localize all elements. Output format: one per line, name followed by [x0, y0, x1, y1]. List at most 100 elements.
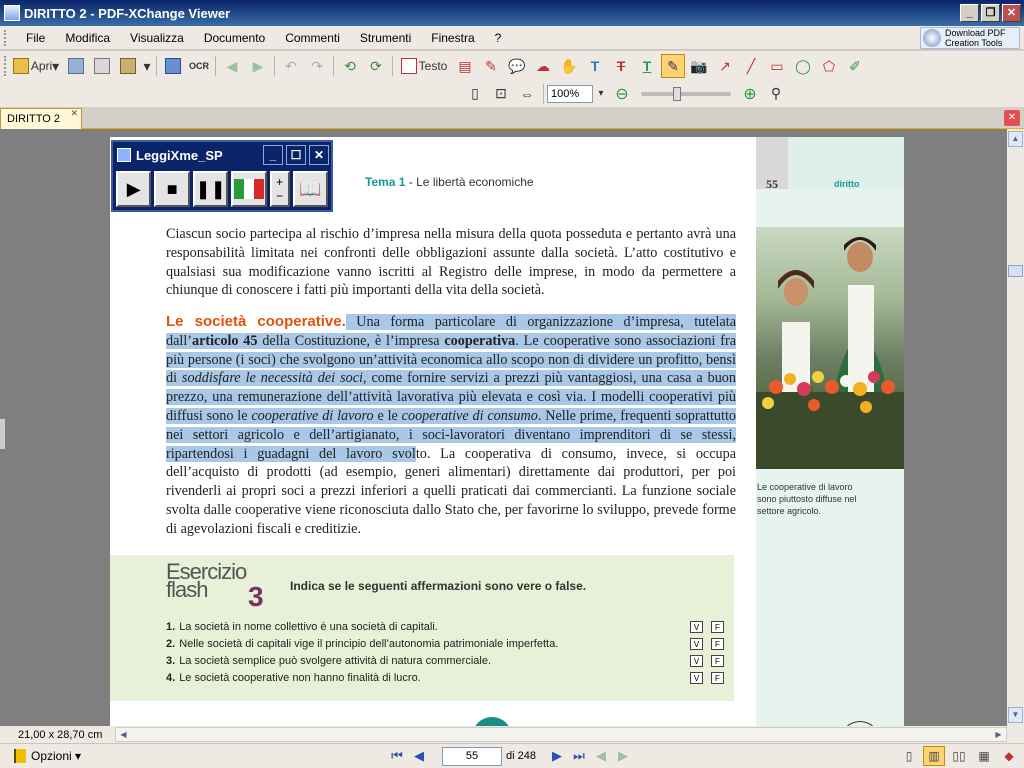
menu-finestra[interactable]: Finestra	[423, 31, 486, 45]
menu-commenti[interactable]: Commenti	[277, 31, 352, 45]
pause-button[interactable]: ❚❚	[192, 171, 229, 207]
undo-button[interactable]: ↶	[279, 54, 303, 78]
download-tools-button[interactable]: Download PDF Creation Tools	[920, 27, 1020, 49]
history-back-icon[interactable]: ◀	[590, 746, 612, 766]
continuous-page-icon[interactable]: ▥	[923, 746, 945, 766]
select-text-icon[interactable]: T	[583, 54, 607, 78]
menu-visualizza[interactable]: Visualizza	[122, 31, 196, 45]
language-button[interactable]	[231, 171, 267, 207]
strikeout-icon[interactable]: T	[609, 54, 633, 78]
exercise-box: Esercizio flash 3 Indica se le seguenti …	[110, 555, 734, 701]
scroll-right-icon[interactable]: ▶	[991, 728, 1006, 741]
facing-pages-icon[interactable]: ▯▯	[948, 746, 970, 766]
horizontal-scrollbar[interactable]: ◀ ▶	[115, 727, 1007, 742]
app-icon	[4, 5, 20, 21]
cooperative-workers-photo	[756, 227, 904, 469]
close-document-icon[interactable]: ✕	[1004, 110, 1020, 126]
scroll-left-icon[interactable]: ◀	[116, 728, 131, 741]
hand-tool-icon[interactable]: ✋	[557, 54, 581, 78]
actual-size-icon[interactable]: ▯	[463, 82, 487, 106]
zoom-in-icon[interactable]: ⊕	[738, 82, 762, 106]
text-box-icon	[400, 58, 417, 74]
leggixme-close-button[interactable]: ✕	[309, 145, 329, 165]
underline-icon[interactable]: T	[635, 54, 659, 78]
minus-icon[interactable]: −	[276, 189, 283, 203]
zoom-slider-thumb[interactable]	[673, 86, 681, 101]
minimize-button[interactable]: _	[960, 4, 979, 22]
first-page-icon[interactable]: ⏮	[386, 746, 408, 766]
decorative-circle	[472, 717, 512, 726]
arrow-icon[interactable]: ↗	[713, 54, 737, 78]
stop-button[interactable]: ■	[154, 171, 190, 207]
open-button[interactable]: Apri ▾	[10, 54, 62, 78]
callout-icon[interactable]: ✎	[479, 54, 503, 78]
tab-document[interactable]: DIRITTO 2 ✕	[0, 108, 82, 129]
comment-icon[interactable]: 💬	[505, 54, 529, 78]
plus-icon[interactable]: +	[276, 175, 283, 189]
menu-file[interactable]: File	[18, 31, 57, 45]
vertical-scrollbar[interactable]: ▲ ▼	[1007, 129, 1024, 726]
view-toolbar: ▯ ⊡ ⇔ 100% ▾ ⊖ ⊕ ⚲	[0, 80, 1024, 107]
export-button[interactable]	[116, 54, 140, 78]
pencil-icon[interactable]: ✐	[843, 54, 867, 78]
note-icon[interactable]: ▤	[453, 54, 477, 78]
pdf-icon[interactable]: ◆	[998, 746, 1020, 766]
leggixme-maximize-button[interactable]: ☐	[286, 145, 306, 165]
previous-page-icon[interactable]: ◀	[408, 746, 430, 766]
menu-help[interactable]: ?	[487, 31, 514, 45]
highlight-icon[interactable]: ✎	[661, 54, 685, 78]
save-button[interactable]	[64, 54, 88, 78]
vertical-scroll-thumb[interactable]	[1008, 265, 1023, 277]
false-box: F	[711, 621, 724, 633]
leggixme-title-bar[interactable]: LeggiXme_SP _ ☐ ✕	[113, 142, 331, 168]
menu-modifica[interactable]: Modifica	[57, 31, 122, 45]
cloud-icon[interactable]: ☁	[531, 54, 555, 78]
forward-button[interactable]: ▶	[246, 54, 270, 78]
download-line1: Download PDF	[945, 28, 1006, 38]
close-button[interactable]: ✕	[1002, 4, 1021, 22]
last-page-icon[interactable]: ⏭	[568, 746, 590, 766]
zoom-dropdown[interactable]: ▾	[594, 82, 608, 106]
page-number-input[interactable]: 55	[442, 746, 502, 766]
redo-button[interactable]: ↷	[305, 54, 329, 78]
text-tool-button[interactable]: Testo	[397, 54, 451, 78]
folder-icon	[12, 58, 29, 74]
dictionary-button[interactable]: 📖	[292, 171, 328, 207]
scroll-up-icon[interactable]: ▲	[1008, 131, 1023, 147]
single-page-icon[interactable]: ▯	[898, 746, 920, 766]
menu-documento[interactable]: Documento	[196, 31, 277, 45]
download-line2: Creation Tools	[945, 38, 1003, 48]
print-button[interactable]	[90, 54, 114, 78]
history-forward-icon[interactable]: ▶	[612, 746, 634, 766]
menu-strumenti[interactable]: Strumenti	[352, 31, 423, 45]
volume-buttons[interactable]: + −	[269, 171, 290, 207]
loupe-icon[interactable]: ⚲	[764, 82, 788, 106]
flag-icon	[14, 749, 26, 763]
fit-page-icon[interactable]: ⊡	[489, 82, 513, 106]
line-icon[interactable]: ╱	[739, 54, 763, 78]
ellipse-icon[interactable]: ◯	[791, 54, 815, 78]
rotate-right-button[interactable]: ⟳	[364, 54, 388, 78]
zoom-slider[interactable]	[641, 86, 731, 101]
rectangle-icon[interactable]: ▭	[765, 54, 789, 78]
back-button[interactable]: ◀	[220, 54, 244, 78]
scroll-down-icon[interactable]: ▼	[1008, 707, 1023, 723]
document-view[interactable]: Tema 1 - Le libertà economiche 55 diritt…	[0, 129, 1007, 726]
play-button[interactable]: ▶	[116, 171, 152, 207]
restore-button[interactable]: ❐	[981, 4, 1000, 22]
fit-width-icon[interactable]: ⇔	[515, 82, 539, 106]
tab-close-icon[interactable]: ✕	[70, 108, 78, 119]
zoom-out-icon[interactable]: ⊖	[610, 82, 634, 106]
sidebar-handle[interactable]	[0, 419, 5, 449]
continuous-facing-icon[interactable]: ▦	[973, 746, 995, 766]
options-button[interactable]: Opzioni ▾	[14, 749, 81, 763]
leggixme-minimize-button[interactable]: _	[263, 145, 283, 165]
polygon-icon[interactable]: ⬠	[817, 54, 841, 78]
ocr-button[interactable]: OCR	[187, 54, 211, 78]
rotate-left-button[interactable]: ⟲	[338, 54, 362, 78]
scan-button[interactable]	[161, 54, 185, 78]
export-dropdown[interactable]: ▾	[142, 54, 152, 78]
next-page-icon[interactable]: ▶	[546, 746, 568, 766]
snapshot-icon[interactable]: 📷	[687, 54, 711, 78]
zoom-input[interactable]: 100%	[547, 84, 593, 103]
